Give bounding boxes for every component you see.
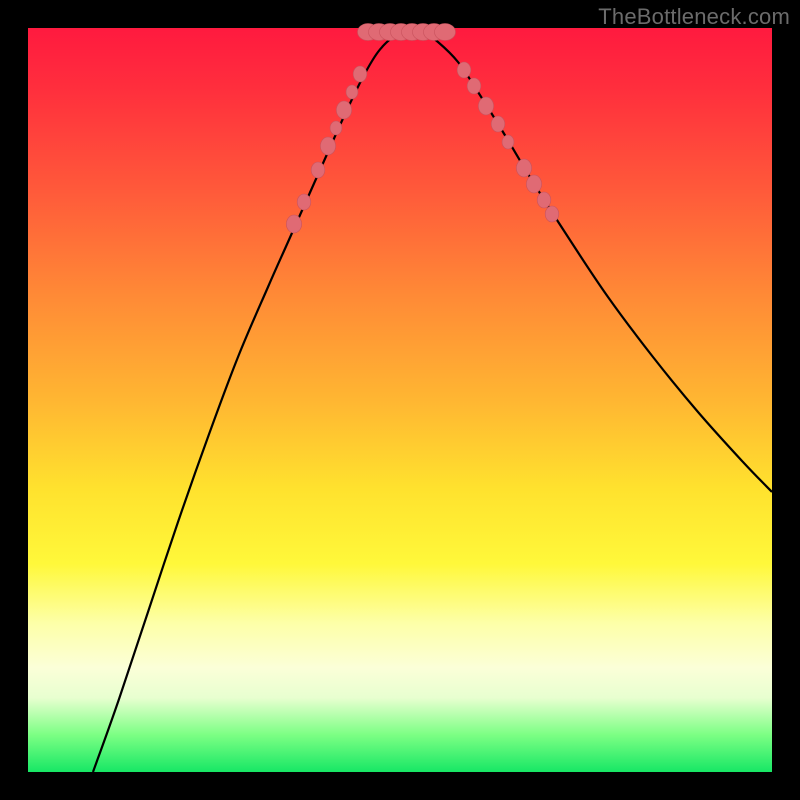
data-point-marker [286, 215, 301, 233]
data-point-marker [516, 159, 531, 177]
data-point-marker [311, 162, 325, 178]
data-point-marker [491, 116, 505, 132]
watermark-text: TheBottleneck.com [598, 4, 790, 30]
data-point-marker [502, 135, 514, 149]
plot-area [28, 28, 772, 772]
data-point-marker [467, 78, 481, 94]
data-point-marker [353, 66, 367, 82]
bottleneck-curve [93, 30, 772, 772]
data-point-marker [478, 97, 493, 115]
data-point-marker [526, 175, 541, 193]
markers-right-branch [457, 62, 559, 222]
data-point-marker [336, 101, 351, 119]
valley-marker-bar [358, 24, 456, 41]
data-point-marker [457, 62, 471, 78]
data-point-marker [537, 192, 551, 208]
data-point-marker [545, 206, 559, 222]
data-point-marker [330, 121, 342, 135]
markers-left-branch [286, 66, 366, 233]
valley-point-marker [435, 24, 456, 41]
data-point-marker [320, 137, 335, 155]
data-point-marker [346, 85, 358, 99]
data-point-marker [297, 194, 311, 210]
chart-svg [28, 28, 772, 772]
chart-frame: TheBottleneck.com [0, 0, 800, 800]
